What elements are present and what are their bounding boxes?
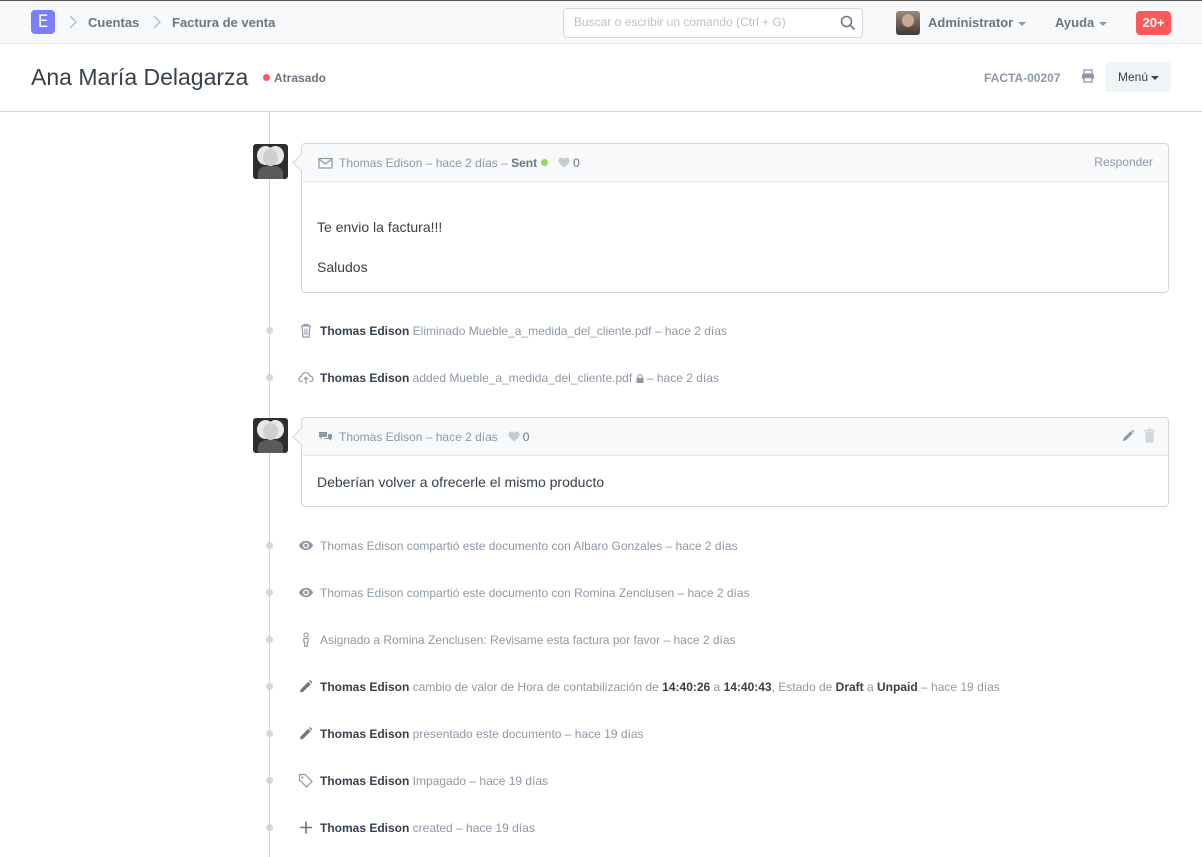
navbar: E Cuentas Factura de venta Administrator… xyxy=(0,0,1202,44)
sent-status: Sent xyxy=(511,156,538,170)
eye-icon xyxy=(298,587,314,598)
comment-text: Deberían volver a ofrecerle el mismo pro… xyxy=(317,474,605,490)
event-text: Thomas Edison compartió este documento c… xyxy=(320,539,738,553)
user-avatar[interactable] xyxy=(896,11,920,35)
event-user[interactable]: Thomas Edison xyxy=(320,774,409,788)
comments-icon xyxy=(319,432,332,441)
status-indicator: Atrasado xyxy=(263,71,326,85)
pencil-icon xyxy=(300,727,313,740)
status-label: Atrasado xyxy=(274,71,327,85)
menu-button[interactable]: Menú xyxy=(1106,62,1171,92)
page-head: Ana María Delagarza Atrasado FACTA-00207… xyxy=(0,44,1202,112)
search-box xyxy=(563,8,863,38)
event-text: added Mueble_a_medida_del_cliente.pdf xyxy=(409,371,633,385)
event-user[interactable]: Thomas Edison xyxy=(320,727,409,741)
menu-button-label: Menú xyxy=(1117,70,1149,84)
caret-down-icon xyxy=(1151,75,1160,80)
event-text: cambio de valor de Hora de contabilizaci… xyxy=(409,680,663,694)
like-count: 0 xyxy=(522,430,530,444)
heart-icon[interactable] xyxy=(508,431,520,442)
timeline-dot xyxy=(266,824,273,831)
envelope-icon xyxy=(318,157,333,169)
avatar xyxy=(253,144,288,179)
event-text: , Estado de xyxy=(771,680,836,694)
user-icon xyxy=(303,632,309,647)
caret-down-icon xyxy=(1018,21,1027,26)
pencil-icon xyxy=(300,680,313,693)
avatar xyxy=(253,418,288,453)
chevron-right-icon xyxy=(153,15,162,29)
user-menu-label: Administrator xyxy=(928,15,1014,30)
event-text: a xyxy=(863,680,878,694)
print-icon[interactable] xyxy=(1081,69,1095,83)
event-value: 14:40:43 xyxy=(723,680,772,694)
status-dot-icon xyxy=(263,74,270,81)
timeline-dot xyxy=(266,542,273,549)
breadcrumb-cuentas[interactable]: Cuentas xyxy=(88,15,139,30)
email-line: Saludos xyxy=(317,259,368,275)
caret-down-icon xyxy=(1099,21,1108,26)
event-text: Thomas Edison compartió este documento c… xyxy=(320,586,750,600)
document-id: FACTA-00207 xyxy=(984,71,1061,85)
timeline-dot xyxy=(266,636,273,643)
chevron-right-icon xyxy=(69,15,78,29)
page-title: Ana María Delagarza xyxy=(31,64,249,90)
comment-meta-text: Thomas Edison – hace 2 días xyxy=(339,430,498,444)
timeline-dot xyxy=(266,374,273,381)
event-text: Eliminado Mueble_a_medida_del_cliente.pd… xyxy=(409,324,727,338)
eye-icon xyxy=(298,540,314,551)
help-menu[interactable]: Ayuda xyxy=(1055,15,1108,30)
cloud-upload-icon xyxy=(298,372,314,384)
email-line: Te envio la factura!!! xyxy=(317,219,443,235)
search-input[interactable] xyxy=(574,15,834,29)
plus-icon xyxy=(300,821,312,834)
user-menu[interactable]: Administrator xyxy=(928,15,1027,30)
email-card-header: Thomas Edison – hace 2 días – Sent 0 Resp… xyxy=(302,144,1168,182)
event-user[interactable]: Thomas Edison xyxy=(320,680,409,694)
app-logo[interactable]: E xyxy=(31,10,55,34)
trash-icon xyxy=(301,323,311,338)
email-meta: Thomas Edison – hace 2 días – Sent 0 xyxy=(339,156,580,170)
event-text: created – hace 19 días xyxy=(409,821,535,835)
heart-icon[interactable] xyxy=(558,157,570,168)
trash-icon[interactable] xyxy=(1143,428,1156,443)
email-card: Thomas Edison – hace 2 días – Sent 0 Resp… xyxy=(301,143,1169,293)
timeline-line xyxy=(269,112,270,857)
timeline-dot xyxy=(266,730,273,737)
notifications-badge[interactable]: 20+ xyxy=(1136,11,1171,35)
search-icon[interactable] xyxy=(840,15,856,31)
event-value: Unpaid xyxy=(877,680,918,694)
lock-icon xyxy=(636,374,644,383)
timeline-dot xyxy=(266,327,273,334)
comment-card: Thomas Edison – hace 2 días 0 Deberían vo… xyxy=(301,417,1169,507)
event-user[interactable]: Thomas Edison xyxy=(320,324,409,338)
help-menu-label: Ayuda xyxy=(1055,15,1095,30)
event-text: Impagado – hace 19 días xyxy=(409,774,549,788)
event-user[interactable]: Thomas Edison xyxy=(320,371,409,385)
comment-body: Deberían volver a ofrecerle el mismo pro… xyxy=(302,456,1168,492)
timeline-dot xyxy=(266,683,273,690)
event-text: a xyxy=(710,680,724,694)
event-time: – hace 2 días xyxy=(643,371,719,385)
like-count: 0 xyxy=(573,156,580,170)
timeline-dot xyxy=(266,589,273,596)
reply-link[interactable]: Responder xyxy=(1094,155,1153,169)
event-text: – hace 19 días xyxy=(917,680,1000,694)
event-user[interactable]: Thomas Edison xyxy=(320,821,409,835)
event-text: presentado este documento – hace 19 días xyxy=(409,727,644,741)
timeline-dot xyxy=(266,777,273,784)
comment-card-header: Thomas Edison – hace 2 días 0 xyxy=(302,418,1168,456)
comment-meta: Thomas Edison – hace 2 días 0 xyxy=(339,430,529,444)
tag-icon xyxy=(298,773,313,788)
event-value: 14:40:26 xyxy=(662,680,711,694)
email-body: Te envio la factura!!! Saludos xyxy=(302,182,1168,277)
pencil-icon[interactable] xyxy=(1121,429,1135,443)
event-value: Draft xyxy=(835,680,864,694)
event-text: Asignado a Romina Zenclusen: Revisame es… xyxy=(320,633,736,647)
email-meta-text: Thomas Edison – hace 2 días – xyxy=(339,156,508,170)
breadcrumb-factura-de-venta[interactable]: Factura de venta xyxy=(172,15,275,30)
sent-dot-icon xyxy=(541,159,549,166)
